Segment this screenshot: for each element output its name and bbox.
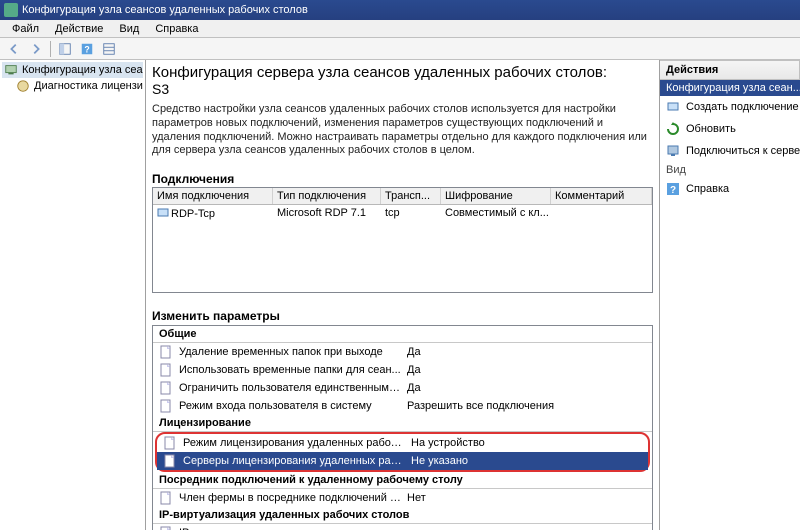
help-icon: ? [666,182,680,196]
setting-row[interactable]: Режим лицензирования удаленных рабочи...… [157,434,648,452]
connection-row[interactable]: RDP-Tcp Microsoft RDP 7.1 tcp Совместимы… [153,205,652,222]
svg-text:?: ? [670,185,676,196]
group-general: Общие [153,326,652,343]
description: Средство настройки узла сеансов удаленны… [152,103,653,158]
action-help[interactable]: ? Справка [660,178,800,200]
col-enc[interactable]: Шифрование [441,188,551,204]
connections-title: Подключения [152,172,653,186]
titlebar: Конфигурация узла сеансов удаленных рабо… [0,0,800,20]
server-name: S3 [152,81,653,97]
action-refresh[interactable]: Обновить [660,118,800,140]
setting-row[interactable]: IP-виртуализация [153,524,652,530]
actions-panel: Действия Конфигурация узла сеан... Созда… [660,60,800,530]
menubar: Файл Действие Вид Справка [0,20,800,38]
cell-trans: tcp [381,205,441,222]
menu-help[interactable]: Справка [147,23,206,35]
window-title: Конфигурация узла сеансов удаленных рабо… [22,4,308,16]
nav-forward-button[interactable] [26,40,46,58]
settings-title: Изменить параметры [152,309,653,323]
help-button[interactable]: ? [77,40,97,58]
setting-label: Член фермы в посреднике подключений к... [179,492,401,504]
setting-label: Режим лицензирования удаленных рабочи... [183,437,405,449]
show-tree-button[interactable] [55,40,75,58]
setting-row[interactable]: Член фермы в посреднике подключений к...… [153,489,652,507]
col-type[interactable]: Тип подключения [273,188,381,204]
setting-row-selected[interactable]: Серверы лицензирования удаленных рабо...… [157,452,648,470]
create-icon [666,100,680,114]
tree-panel: Конфигурация узла сеансов у Диагностика … [0,60,146,530]
menu-view[interactable]: Вид [111,23,147,35]
setting-value: Да [407,346,646,358]
setting-label: Использовать временные папки для сеан... [179,364,401,376]
setting-value: Да [407,364,646,376]
cell-enc: Совместимый с кл... [441,205,551,222]
page-icon [159,526,173,530]
action-label: Подключиться к серве... [686,145,800,157]
toolbar-separator [50,41,51,57]
page-icon [159,363,173,377]
action-label: Создать подключение [686,101,799,113]
setting-label: Ограничить пользователя единственным ... [179,382,401,394]
grid-header: Имя подключения Тип подключения Трансп..… [153,188,652,205]
group-broker: Посредник подключений к удаленному рабоч… [153,472,652,489]
group-ipvirt: IP-виртуализация удаленных рабочих столо… [153,507,652,524]
actions-context: Конфигурация узла сеан... [660,80,800,96]
app-icon [4,3,18,17]
page-icon [163,454,177,468]
setting-row[interactable]: Использовать временные папки для сеан...… [153,361,652,379]
center-panel: Конфигурация сервера узла сеансов удален… [146,60,660,530]
cell-comment [551,205,652,222]
action-create[interactable]: Создать подключение [660,96,800,118]
setting-value: Нет [407,492,646,504]
group-licensing: Лицензирование [153,415,652,432]
page-icon [159,399,173,413]
setting-value: Разрешить все подключения [407,400,646,412]
menu-action[interactable]: Действие [47,23,111,35]
setting-row[interactable]: Удаление временных папок при выходе Да [153,343,652,361]
highlight-annotation: Режим лицензирования удаленных рабочи...… [155,432,650,472]
setting-value: На устройство [411,437,642,449]
setting-row[interactable]: Ограничить пользователя единственным ...… [153,379,652,397]
action-label: Справка [686,183,729,195]
actions-title: Действия [660,60,800,80]
tree-root-label: Конфигурация узла сеансов у [22,64,143,76]
setting-row[interactable]: Режим входа пользователя в систему Разре… [153,397,652,415]
col-comment[interactable]: Комментарий [551,188,652,204]
nav-back-button[interactable] [4,40,24,58]
cell-type: Microsoft RDP 7.1 [273,205,381,222]
page-icon [159,345,173,359]
connect-icon [666,144,680,158]
setting-value: Да [407,382,646,394]
page-icon [159,381,173,395]
menu-file[interactable]: Файл [4,23,47,35]
refresh-icon [666,122,680,136]
tree-child-label: Диагностика лицензирова [34,80,143,92]
page-title: Конфигурация сервера узла сеансов удален… [152,64,653,81]
col-trans[interactable]: Трансп... [381,188,441,204]
toolbar: ? [0,38,800,60]
setting-value: Не указано [411,455,642,467]
svg-text:?: ? [84,44,89,54]
cell-name: RDP-Tcp [171,208,215,220]
actions-view-label: Вид [660,162,800,178]
page-icon [163,436,177,450]
action-connect[interactable]: Подключиться к серве... [660,140,800,162]
properties-button[interactable] [99,40,119,58]
server-icon [4,63,18,77]
setting-label: Удаление временных папок при выходе [179,346,401,358]
connections-grid: Имя подключения Тип подключения Трансп..… [152,187,653,293]
grid-empty [153,222,652,292]
col-name[interactable]: Имя подключения [153,188,273,204]
tree-child-item[interactable]: Диагностика лицензирова [2,78,143,94]
setting-label: Серверы лицензирования удаленных рабо... [183,455,405,467]
connection-icon [157,207,169,219]
action-label: Обновить [686,123,736,135]
diagnostics-icon [16,79,30,93]
page-icon [159,491,173,505]
tree-root-item[interactable]: Конфигурация узла сеансов у [2,62,143,78]
settings-box: Общие Удаление временных папок при выход… [152,325,653,530]
setting-label: Режим входа пользователя в систему [179,400,401,412]
